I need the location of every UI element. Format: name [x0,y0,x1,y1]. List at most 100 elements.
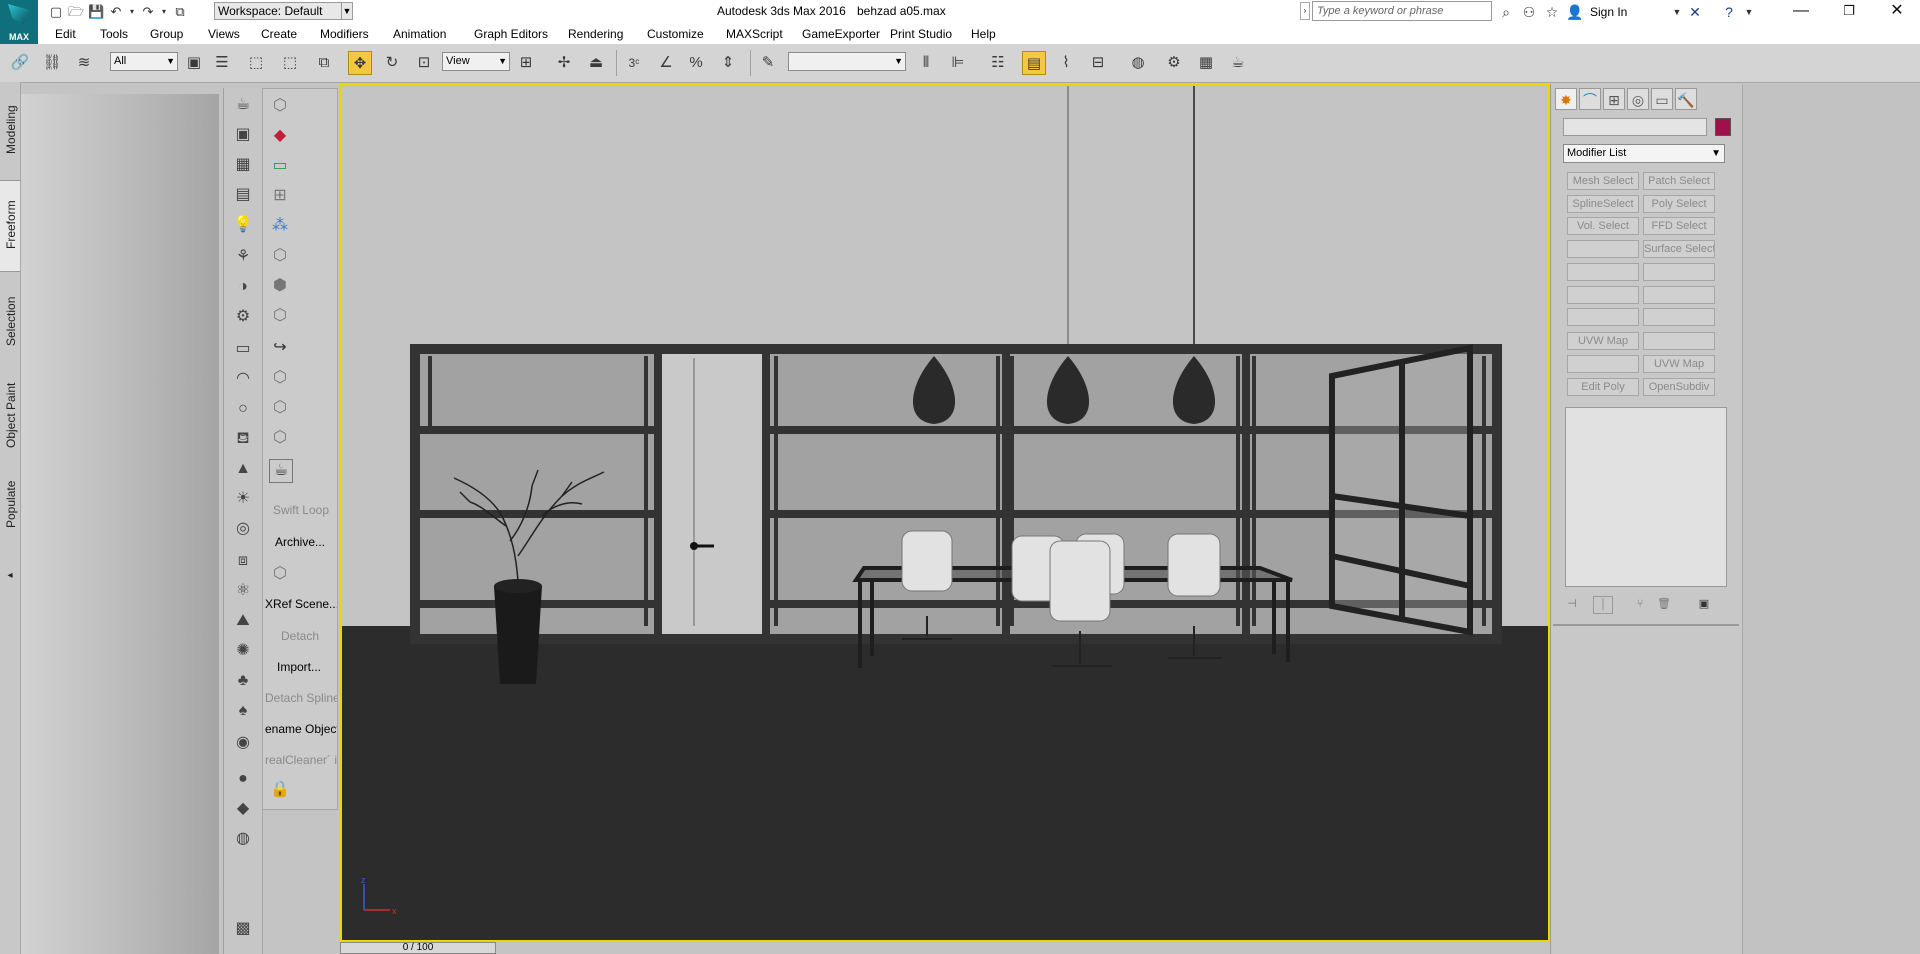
search-input[interactable]: Type a keyword or phrase [1312,1,1492,21]
snaps-toggle-icon[interactable]: 3ᶜ [622,51,646,75]
sign-in-button[interactable]: Sign In [1590,5,1627,19]
tab-freeform[interactable]: Freeform [0,180,20,272]
modifier-stack[interactable] [1565,407,1727,587]
menu-tools[interactable]: Tools [100,27,128,41]
ffd-select-button[interactable]: FFD Select [1643,217,1715,235]
mirror-icon[interactable]: ⫴ [914,51,938,75]
align-icon[interactable]: ⊫ [946,51,970,75]
dome-icon[interactable]: ◠ [232,368,254,390]
calculator-icon[interactable]: ▦ [232,154,254,176]
display-tab-icon[interactable]: ▭ [1651,88,1673,110]
menu-group[interactable]: Group [150,27,183,41]
cone-icon[interactable]: ▲ [232,458,254,480]
make-unique-icon[interactable]: ⑂ [1631,596,1649,612]
world-sphere-icon[interactable]: ◍ [232,828,254,850]
open-file-icon[interactable]: 🗁 [68,4,84,20]
communication-center-icon[interactable]: ⚇ [1520,3,1538,21]
perspective-viewport[interactable]: x z [340,84,1550,942]
uvw-map-button[interactable]: UVW Map [1567,332,1639,350]
modifier-set-button-empty[interactable] [1567,355,1639,373]
circle-icon[interactable]: ○ [232,398,254,420]
chevron-down-icon[interactable]: ▼ [1740,3,1758,21]
minimize-button[interactable]: — [1778,0,1824,24]
object-color-swatch[interactable] [1715,118,1731,136]
rectangular-selection-icon[interactable]: ⬚ [244,51,268,75]
rendered-frame-window-icon[interactable]: ▦ [1194,51,1218,75]
menu-gameexporter[interactable]: GameExporter [802,27,880,41]
gear-sphere-icon[interactable]: ✺ [232,640,254,662]
menu-edit[interactable]: Edit [55,27,76,41]
pivot-center-icon[interactable]: ⊞ [514,51,538,75]
material-editor-icon[interactable]: ◍ [1126,51,1150,75]
tab-modeling[interactable]: Modeling [0,90,20,160]
exchange-apps-icon[interactable]: ✕ [1686,3,1704,21]
window-crossing-icon[interactable]: ⬚ [278,51,302,75]
menu-print-studio[interactable]: Print Studio [890,27,952,41]
cube-plus-icon[interactable]: ⬡ [269,397,291,419]
box-frame-icon[interactable]: ⬡ [269,245,291,267]
percent-snap-icon[interactable]: % [684,51,708,75]
render-frame-icon[interactable]: ▣ [232,124,254,146]
ribbon-expand-icon[interactable]: ◂ [0,570,20,588]
light-bulb-icon[interactable]: 💡 [232,214,254,236]
close-button[interactable]: ✕ [1874,0,1920,24]
favorites-star-icon[interactable]: ☆ [1543,3,1561,21]
particle-icon[interactable]: ⁂ [269,215,291,237]
archive-button[interactable]: Archive... [275,535,347,549]
redo-icon[interactable]: ↷ [140,4,156,20]
spinner-snap-icon[interactable]: ⇕ [716,51,740,75]
import-button[interactable]: Import... [277,660,349,674]
cube-gray-icon[interactable]: ⬡ [269,563,291,585]
schematic-view-icon[interactable]: ⊟ [1086,51,1110,75]
menu-create[interactable]: Create [261,27,297,41]
render-setup-icon[interactable]: ⚙ [1162,51,1186,75]
teapot-icon[interactable]: ☕ [232,94,254,116]
modifier-set-button-empty[interactable] [1567,308,1639,326]
material-swatch-icon[interactable]: ◆ [232,798,254,820]
menu-modifiers[interactable]: Modifiers [320,27,369,41]
sphere-cutaway-icon[interactable]: ◑ [232,276,254,298]
modifier-set-button-empty[interactable] [1567,240,1639,258]
project-folder-icon[interactable]: ⧉ [172,4,188,20]
user-icon[interactable]: 👤 [1566,3,1584,21]
scale-icon[interactable]: ⊡ [412,51,436,75]
disc-icon[interactable]: ◎ [232,518,254,540]
modifier-set-button-empty[interactable] [1643,286,1715,304]
reference-coordinate-dropdown[interactable]: View ▼ [442,52,510,71]
lock-icon[interactable]: 🔒 [269,779,291,801]
undo-dropdown-icon[interactable]: ▾ [128,4,136,20]
show-end-result-icon[interactable]: ⏐ [1593,596,1613,614]
box-icon[interactable]: ⬡ [269,95,291,117]
binoculars-icon[interactable]: ⌕ [1497,3,1515,21]
edit-poly-button[interactable]: Edit Poly [1567,378,1639,396]
app-menu-button[interactable]: MAX [0,0,38,44]
hierarchy-icon[interactable]: ⊞ [269,185,291,207]
sun-icon[interactable]: ☀ [232,488,254,510]
redo-dropdown-icon[interactable]: ▾ [160,4,168,20]
named-selection-sets-dropdown[interactable]: ▼ [788,52,906,71]
select-object-icon[interactable]: ▣ [182,51,206,75]
new-file-icon[interactable]: ▢ [48,4,64,20]
bind-space-warp-icon[interactable]: ≋ [72,51,96,75]
cube-outline-icon[interactable]: ⬢ [269,275,291,297]
create-tab-icon[interactable]: ✸ [1555,88,1577,110]
motion-tab-icon[interactable]: ◎ [1627,88,1649,110]
uvw-map-button[interactable]: UVW Map [1643,355,1715,373]
pin-stack-icon[interactable]: ⊣ [1563,596,1581,612]
real-cleaner-button[interactable]: realCleaner´ i [265,753,337,767]
cube-faded-icon[interactable]: ⬡ [269,305,291,327]
modifier-set-button-empty[interactable] [1567,286,1639,304]
workspace-dropdown[interactable]: Workspace: Default [214,2,350,20]
select-manipulate-icon[interactable]: ✢ [552,51,576,75]
menu-rendering[interactable]: Rendering [568,27,623,41]
cube-minus-icon[interactable]: ⬡ [269,367,291,389]
tab-selection[interactable]: Selection [0,280,20,360]
spline-select-button[interactable]: SplineSelect [1567,195,1639,213]
cube-stack-icon[interactable]: ⬡ [269,427,291,449]
spreadsheet-icon[interactable]: ▤ [232,184,254,206]
restore-button[interactable]: ❐ [1826,0,1872,24]
menu-help[interactable]: Help [971,27,996,41]
object-name-field[interactable] [1563,118,1707,136]
hat-icon[interactable]: ⛰ [232,610,254,632]
menu-animation[interactable]: Animation [393,27,446,41]
